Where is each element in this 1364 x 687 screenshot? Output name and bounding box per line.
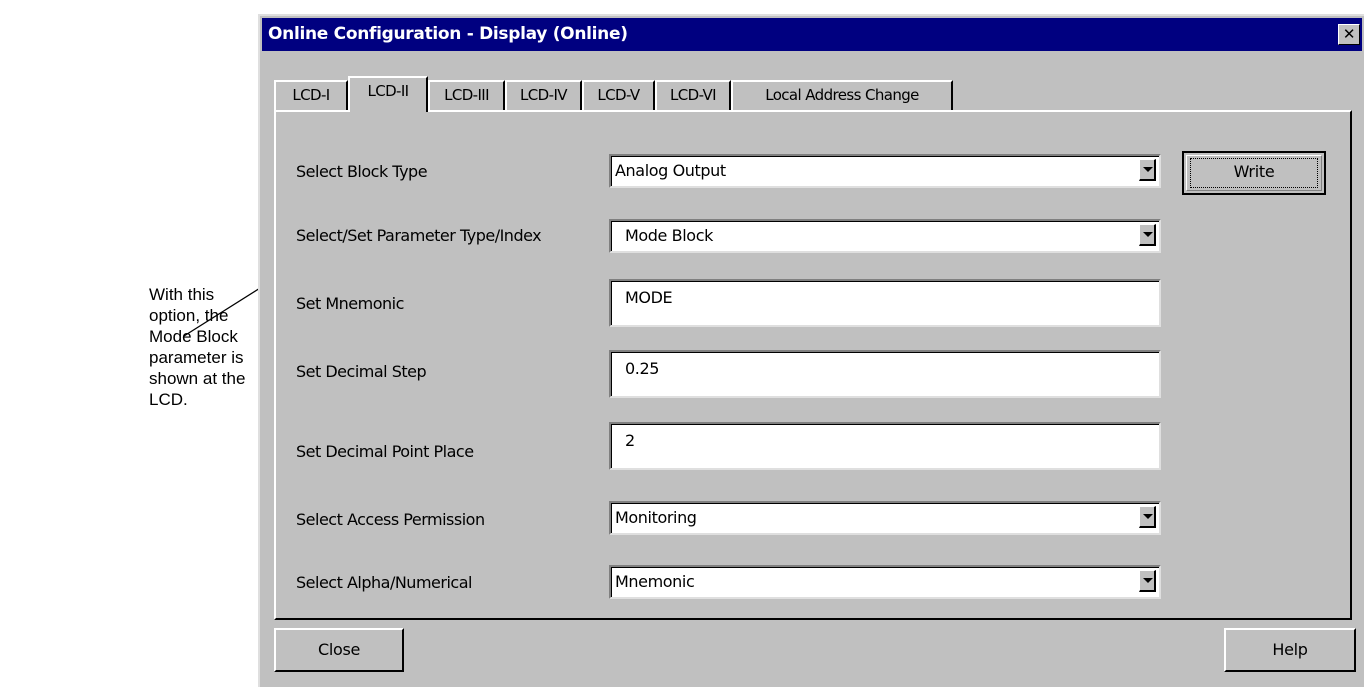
window-title: Online Configuration - Display (Online) bbox=[268, 24, 628, 44]
field-inset bbox=[611, 281, 1159, 325]
tab-lcd-vi[interactable]: LCD-VI bbox=[655, 80, 731, 110]
decimal-point-value: 2 bbox=[625, 431, 635, 450]
decimal-step-value: 0.25 bbox=[625, 359, 660, 378]
write-button[interactable]: Write bbox=[1182, 151, 1326, 195]
write-button-label: Write bbox=[1233, 162, 1275, 181]
parameter-select[interactable]: Mode Block bbox=[609, 219, 1161, 253]
field-inset bbox=[611, 352, 1159, 396]
alpha-value: Mnemonic bbox=[615, 572, 695, 591]
chevron-down-icon[interactable] bbox=[1139, 224, 1156, 246]
alpha-label: Select Alpha/Numerical bbox=[296, 573, 472, 592]
chevron-down-icon[interactable] bbox=[1139, 570, 1156, 592]
parameter-value: Mode Block bbox=[625, 226, 713, 245]
mnemonic-input[interactable]: MODE bbox=[609, 279, 1161, 327]
alpha-select[interactable]: Mnemonic bbox=[609, 565, 1161, 599]
access-value: Monitoring bbox=[615, 508, 697, 527]
tab-lcd-ii[interactable]: LCD-II bbox=[348, 76, 428, 112]
access-select[interactable]: Monitoring bbox=[609, 501, 1161, 535]
mnemonic-value: MODE bbox=[625, 288, 673, 307]
tab-lcd-iii[interactable]: LCD-III bbox=[428, 80, 505, 110]
decimal-step-input[interactable]: 0.25 bbox=[609, 350, 1161, 398]
tab-panel-lcd-ii: Select Block Type Analog Output Select/S… bbox=[274, 110, 1352, 620]
decimal-step-label: Set Decimal Step bbox=[296, 362, 427, 381]
chevron-down-icon[interactable] bbox=[1139, 159, 1156, 181]
decimal-point-label: Set Decimal Point Place bbox=[296, 442, 474, 461]
tab-lcd-v[interactable]: LCD-V bbox=[582, 80, 655, 110]
tab-lcd-iv[interactable]: LCD-IV bbox=[505, 80, 582, 110]
page: With this option, the Mode Block paramet… bbox=[0, 0, 1364, 687]
block-type-label: Select Block Type bbox=[296, 162, 428, 181]
titlebar: Online Configuration - Display (Online) … bbox=[262, 18, 1362, 51]
help-button[interactable]: Help bbox=[1224, 628, 1356, 672]
block-type-select[interactable]: Analog Output bbox=[609, 154, 1161, 188]
close-icon[interactable]: ✕ bbox=[1338, 24, 1360, 45]
annotation-callout-text: With this option, the Mode Block paramet… bbox=[149, 285, 246, 409]
chevron-down-icon[interactable] bbox=[1139, 506, 1156, 528]
tab-lcd-i[interactable]: LCD-I bbox=[274, 80, 348, 110]
close-button[interactable]: Close bbox=[274, 628, 404, 672]
access-label: Select Access Permission bbox=[296, 510, 485, 529]
block-type-value: Analog Output bbox=[615, 161, 726, 180]
decimal-point-input[interactable]: 2 bbox=[609, 422, 1161, 470]
field-inset bbox=[611, 424, 1159, 468]
mnemonic-label: Set Mnemonic bbox=[296, 294, 404, 313]
config-dialog: Online Configuration - Display (Online) … bbox=[258, 14, 1364, 687]
tab-local-address-change[interactable]: Local Address Change bbox=[731, 80, 953, 110]
parameter-label: Select/Set Parameter Type/Index bbox=[296, 226, 542, 245]
